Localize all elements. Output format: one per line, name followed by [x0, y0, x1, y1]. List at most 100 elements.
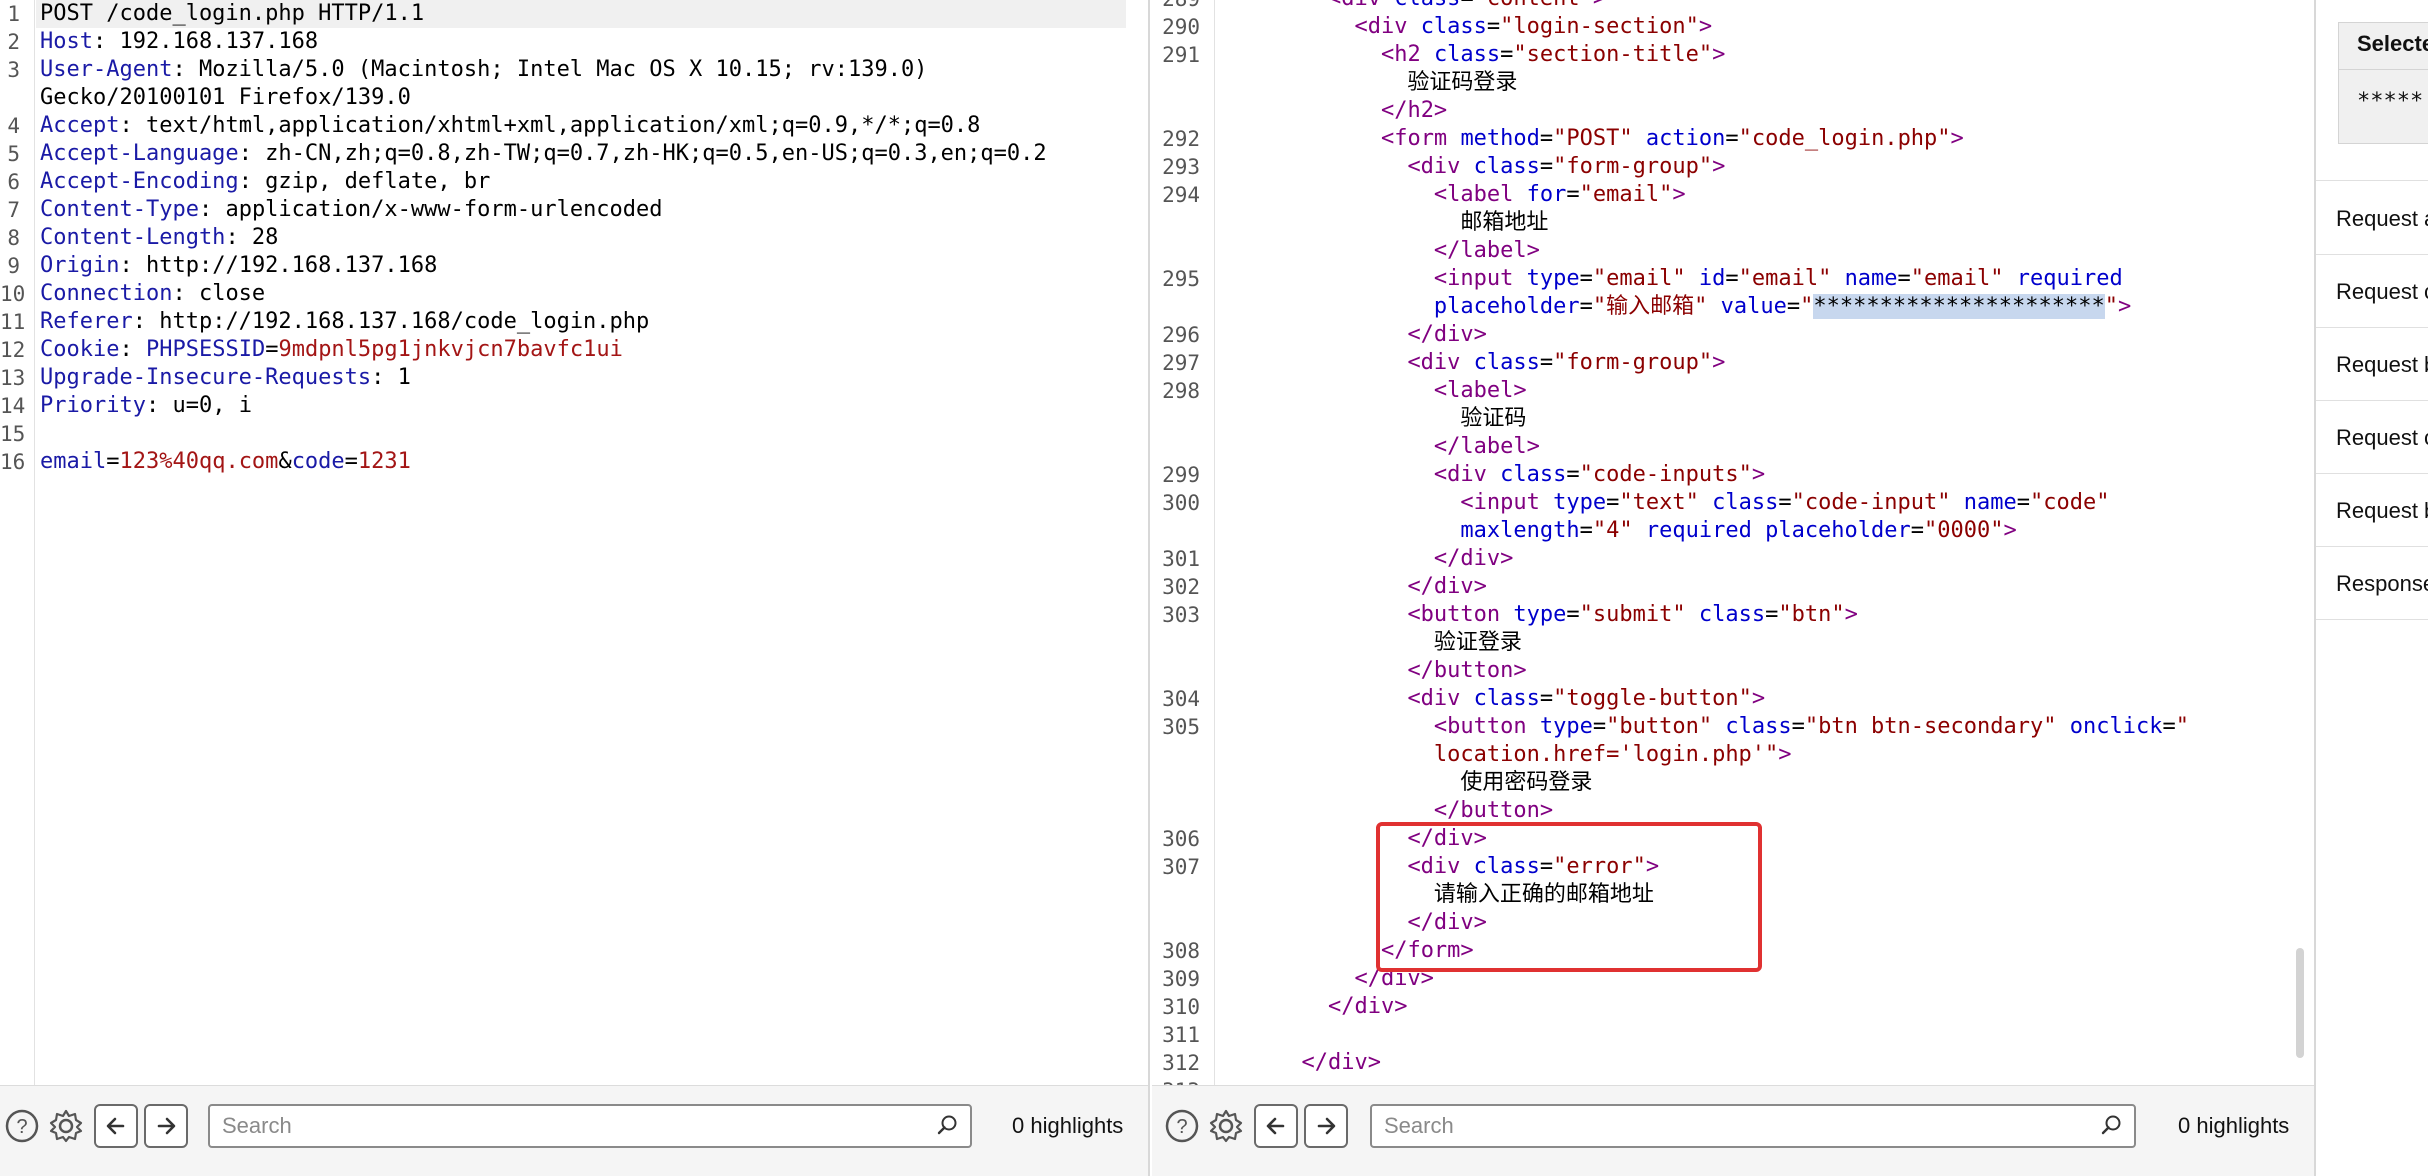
header-colon: :	[225, 225, 239, 250]
response-line: <h2 class="section-title">	[1222, 41, 1725, 69]
selected-text-title: Selected	[2357, 31, 2428, 56]
inspector-row-request-attributes[interactable]: Request a	[2316, 183, 2428, 255]
request-line: User-Agent: Mozilla/5.0 (Macintosh; Inte…	[40, 56, 927, 84]
response-line: </div>	[1222, 545, 1513, 573]
line-number	[1152, 769, 1200, 797]
header-colon: :	[172, 57, 186, 82]
response-line: 邮箱地址	[1222, 209, 1548, 237]
inspector-row-request-cookies-2[interactable]: Request c	[2316, 402, 2428, 474]
code-token: <div	[1407, 350, 1474, 375]
code-token: =	[1765, 602, 1779, 627]
code-token: <button	[1433, 714, 1540, 739]
help-icon[interactable]: ?	[0, 1104, 44, 1148]
header-name: Accept-Encoding	[40, 169, 239, 194]
header-value: 28	[238, 225, 279, 250]
response-line: <div class="content">	[1222, 0, 1606, 13]
header-colon: :	[371, 365, 385, 390]
settings-gear-icon[interactable]	[44, 1104, 88, 1148]
header-value: 1	[384, 365, 411, 390]
header-colon: :	[132, 309, 146, 334]
code-token: class	[1473, 686, 1540, 711]
response-search-box[interactable]	[1370, 1104, 2136, 1148]
response-line: </div>	[1222, 573, 1487, 601]
request-line: Cookie: PHPSESSID=9mdpnl5pg1jnkvjcn7bavf…	[40, 336, 623, 364]
line-number: 5	[7, 142, 20, 166]
inspector-row-request-headers[interactable]: Request b	[2316, 475, 2428, 547]
request-line-text: POST /code_login.php HTTP/1.1	[40, 1, 425, 26]
line-number: 1	[7, 2, 20, 26]
response-line: 验证码	[1222, 405, 1526, 433]
line-number: 291	[1162, 43, 1200, 67]
code-token: <input	[1460, 490, 1554, 515]
code-token: "email"	[1592, 266, 1699, 291]
inspector-row-request-body[interactable]: Request b	[2316, 329, 2428, 401]
code-token: =	[1579, 518, 1593, 543]
param-name: email	[40, 449, 107, 474]
response-search-input[interactable]	[1372, 1106, 2032, 1146]
inspector-row-request-cookies[interactable]: Request c	[2316, 256, 2428, 328]
header-colon: :	[119, 253, 133, 278]
code-token: >	[1712, 154, 1726, 179]
request-search-input[interactable]	[210, 1106, 868, 1146]
header-name: Host	[40, 29, 93, 54]
line-number: 304	[1162, 687, 1200, 711]
code-token: </label>	[1433, 434, 1540, 459]
previous-arrow-icon[interactable]	[1254, 1104, 1298, 1148]
line-number	[1152, 517, 1200, 545]
code-token: onclick	[2069, 714, 2163, 739]
code-token: <label>	[1433, 378, 1527, 403]
line-number	[1152, 629, 1200, 657]
line-number: 16	[0, 450, 26, 474]
code-token: >	[1698, 14, 1713, 39]
code-token: "button"	[1606, 714, 1726, 739]
code-token: "code_login.php"	[1738, 126, 1951, 151]
code-token: location.href='login.php'"	[1433, 742, 1779, 767]
header-value: 192.168.137.168	[106, 29, 319, 54]
code-token: "form-group"	[1553, 154, 1713, 179]
inspector-row-response-headers[interactable]: Response	[2316, 548, 2428, 620]
code-token: type	[1553, 490, 1607, 515]
code-token: "btn"	[1778, 602, 1845, 627]
line-number: 9	[7, 254, 20, 278]
code-token: required placeholder	[1645, 518, 1911, 543]
request-line: Accept-Language: zh-CN,zh;q=0.8,zh-TW;q=…	[40, 140, 1047, 168]
next-arrow-icon[interactable]	[1304, 1104, 1348, 1148]
previous-arrow-icon[interactable]	[94, 1104, 138, 1148]
request-line: POST /code_login.php HTTP/1.1	[40, 0, 424, 28]
response-editor[interactable]: 289 <div class="content">290 <div class=…	[1152, 0, 2314, 1086]
line-number	[1152, 909, 1200, 937]
code-token: type	[1526, 266, 1580, 291]
code-token: class	[1473, 154, 1540, 179]
code-token: </div>	[1407, 574, 1487, 599]
response-scrollbar[interactable]	[2296, 948, 2304, 1058]
help-icon[interactable]: ?	[1160, 1104, 1204, 1148]
code-token: =	[1778, 490, 1792, 515]
request-editor[interactable]: 1 POST /code_login.php HTTP/1.1 2 Host: 192…	[0, 0, 1148, 1086]
line-number	[1152, 657, 1200, 685]
line-number: 311	[1162, 1023, 1200, 1047]
line-number: 295	[1162, 267, 1200, 291]
response-line: <label for="email">	[1222, 181, 1686, 209]
line-number: 293	[1162, 155, 1200, 179]
code-token: =	[1725, 126, 1739, 151]
request-search-box[interactable]	[208, 1104, 972, 1148]
inspector-panel: Selected ***** Request a Request c Reque…	[2316, 0, 2428, 1176]
code-token: value	[1720, 294, 1787, 319]
settings-gear-icon[interactable]	[1204, 1104, 1248, 1148]
code-token: >	[1712, 350, 1726, 375]
param-value: 1231	[357, 449, 411, 474]
response-line: <label>	[1222, 377, 1527, 405]
code-token: >	[1712, 42, 1726, 67]
next-arrow-icon[interactable]	[144, 1104, 188, 1148]
selected-text-section[interactable]: Selected *****	[2338, 22, 2428, 144]
